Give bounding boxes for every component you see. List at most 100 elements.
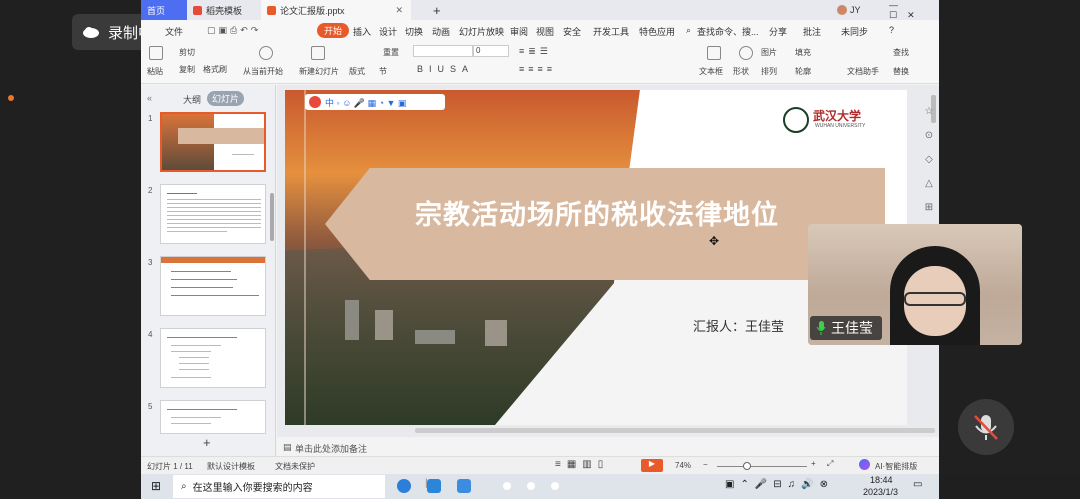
tab-home[interactable]: 首页 bbox=[141, 0, 187, 20]
copy-button[interactable]: 复制 bbox=[179, 64, 195, 75]
font-family-select[interactable] bbox=[413, 45, 473, 57]
menu-insert[interactable]: 插入 bbox=[353, 25, 371, 38]
paste-icon[interactable] bbox=[149, 46, 163, 60]
clock-time[interactable]: 18:44 bbox=[870, 475, 893, 485]
zoom-slider[interactable] bbox=[717, 466, 807, 467]
user-avatar[interactable]: JY bbox=[831, 0, 861, 20]
zoom-level[interactable]: 74% bbox=[675, 461, 691, 470]
assistant-button[interactable]: 文档助手 bbox=[847, 66, 879, 77]
search-icon[interactable]: ⌕ bbox=[686, 25, 691, 36]
format-painter-button[interactable]: 格式刷 bbox=[203, 64, 227, 75]
notes-placeholder[interactable]: 单击此处添加备注 bbox=[295, 442, 367, 455]
play-slideshow-button[interactable]: ▶ bbox=[641, 459, 663, 472]
menu-transition[interactable]: 切换 bbox=[405, 25, 423, 38]
taskbar-search-box[interactable]: ⌕ 在这里输入你要搜索的内容 bbox=[173, 475, 385, 498]
edge-icon[interactable] bbox=[397, 479, 411, 493]
menu-view[interactable]: 视图 bbox=[536, 25, 554, 38]
slide-thumbnail-2[interactable] bbox=[160, 184, 266, 244]
outline-tab[interactable]: 大纲 bbox=[183, 93, 201, 106]
sync-status[interactable]: 未同步 bbox=[841, 25, 868, 38]
tab-template[interactable]: 稻壳模板 bbox=[187, 0, 257, 20]
collapse-icon[interactable]: « bbox=[147, 93, 152, 103]
wps-app-icon[interactable] bbox=[457, 479, 471, 493]
paste-button[interactable]: 粘贴 bbox=[147, 66, 163, 77]
menu-developer[interactable]: 开发工具 bbox=[593, 25, 629, 38]
slide-title: 宗教活动场所的税收法律地位 bbox=[415, 200, 779, 230]
menu-slideshow[interactable]: 幻灯片放映 bbox=[459, 25, 504, 38]
menu-start[interactable]: 开始 bbox=[317, 23, 350, 38]
textbox-button[interactable]: 文本框 bbox=[699, 66, 723, 77]
replace-button[interactable]: 替换 bbox=[893, 66, 909, 77]
menu-security[interactable]: 安全 bbox=[563, 25, 581, 38]
system-tray-icons[interactable]: ▣⌃🎤⊟♫🔊⊗ bbox=[725, 479, 834, 490]
menu-features[interactable]: 特色应用 bbox=[639, 25, 675, 38]
cloud-icon bbox=[83, 27, 99, 38]
slide-thumbnail-4[interactable] bbox=[160, 328, 266, 388]
shape-icon[interactable] bbox=[739, 46, 753, 60]
slides-tab[interactable]: 幻灯片 bbox=[207, 91, 245, 106]
new-tab-icon[interactable]: + bbox=[427, 0, 441, 20]
slide-thumbnail-1[interactable] bbox=[160, 112, 266, 172]
menu-file[interactable]: 文件 bbox=[165, 25, 183, 38]
notes-area[interactable]: ▤ 单击此处添加备注 bbox=[277, 439, 939, 456]
ime-logo-icon bbox=[309, 96, 321, 108]
command-search[interactable]: 查找命令、搜... bbox=[697, 25, 759, 38]
slide-thumbnail-5[interactable] bbox=[160, 400, 266, 434]
textbox-icon[interactable] bbox=[707, 46, 721, 60]
section-button[interactable]: 节 bbox=[379, 66, 387, 77]
fill-button[interactable]: 填充 bbox=[795, 47, 811, 58]
clock-date[interactable]: 2023/1/3 bbox=[863, 487, 898, 497]
window-controls[interactable]: —☐✕ bbox=[883, 0, 939, 20]
share-button[interactable]: 分享 bbox=[769, 25, 787, 38]
taskbar-dot bbox=[527, 482, 535, 490]
mute-button[interactable] bbox=[958, 399, 1014, 455]
zoom-slider-handle[interactable] bbox=[743, 462, 751, 470]
windows-start-icon[interactable]: ⊞ bbox=[151, 479, 161, 493]
avatar-icon bbox=[837, 5, 847, 15]
fit-window-icon[interactable]: ⤢ bbox=[827, 459, 833, 469]
ai-layout-button[interactable]: AI·智能排版 bbox=[875, 461, 917, 472]
font-size-select[interactable]: 0 bbox=[473, 45, 509, 57]
zoom-out-icon[interactable]: − bbox=[703, 460, 708, 469]
template-name[interactable]: 默认设计模板 bbox=[207, 461, 255, 472]
view-mode-icons[interactable]: ≡▦▥▯ bbox=[555, 459, 609, 470]
slide-thumbnail-3[interactable] bbox=[160, 256, 266, 316]
paragraph-icons[interactable]: ≡≣☰ bbox=[519, 46, 552, 57]
ime-toolbar[interactable]: 中 ◦ ☺ 🎤 ▦ ◔ ▼ ▣ bbox=[305, 94, 445, 110]
new-slide-icon[interactable] bbox=[311, 46, 325, 60]
reset-button[interactable]: 重置 bbox=[383, 47, 399, 58]
zoom-in-icon[interactable]: + bbox=[811, 459, 816, 468]
align-icons[interactable]: ≡≡≡≡ bbox=[519, 64, 556, 74]
notification-icon[interactable]: ▭ bbox=[913, 479, 922, 490]
horizontal-scrollbar[interactable] bbox=[415, 428, 935, 433]
shape-button[interactable]: 形状 bbox=[733, 66, 749, 77]
glasses bbox=[904, 292, 966, 306]
help-icon[interactable]: ? bbox=[889, 25, 894, 35]
font-style-icons[interactable]: BIUSA bbox=[417, 64, 474, 74]
arrange-button[interactable]: 排列 bbox=[761, 66, 777, 77]
search-icon: ⌕ bbox=[181, 481, 187, 492]
ppt-file-icon bbox=[267, 5, 276, 15]
from-current-button[interactable]: 从当前开始 bbox=[243, 66, 283, 77]
menu-animation[interactable]: 动画 bbox=[432, 25, 450, 38]
play-icon[interactable] bbox=[259, 46, 273, 60]
close-tab-icon[interactable]: ✕ bbox=[395, 5, 403, 16]
menu-review[interactable]: 审阅 bbox=[510, 25, 528, 38]
meeting-app-icon[interactable] bbox=[427, 479, 441, 493]
layout-button[interactable]: 版式 bbox=[349, 66, 365, 77]
find-button[interactable]: 查找 bbox=[893, 47, 909, 58]
picture-button[interactable]: 图片 bbox=[761, 47, 777, 58]
webcam-video[interactable]: 王佳莹 bbox=[808, 224, 1022, 345]
tab-file[interactable]: 论文汇报版.pptx ✕ bbox=[261, 0, 411, 20]
protect-status[interactable]: 文档未保护 bbox=[275, 461, 315, 472]
menu-bar: 文件 ▢▣⎙↶↷ 开始 插入 设计 切换 动画 幻灯片放映 审阅 视图 安全 开… bbox=[141, 20, 939, 42]
cut-button[interactable]: 剪切 bbox=[179, 47, 195, 58]
new-slide-button[interactable]: 新建幻灯片 bbox=[299, 66, 339, 77]
menu-design[interactable]: 设计 bbox=[379, 25, 397, 38]
outline-button[interactable]: 轮廓 bbox=[795, 66, 811, 77]
quick-access-icons[interactable]: ▢▣⎙↶↷ bbox=[207, 25, 261, 36]
ai-icon bbox=[859, 459, 870, 470]
thumbnails-scrollbar[interactable] bbox=[270, 193, 274, 241]
comment-button[interactable]: 批注 bbox=[803, 25, 821, 38]
add-slide-icon[interactable]: + bbox=[203, 435, 211, 450]
